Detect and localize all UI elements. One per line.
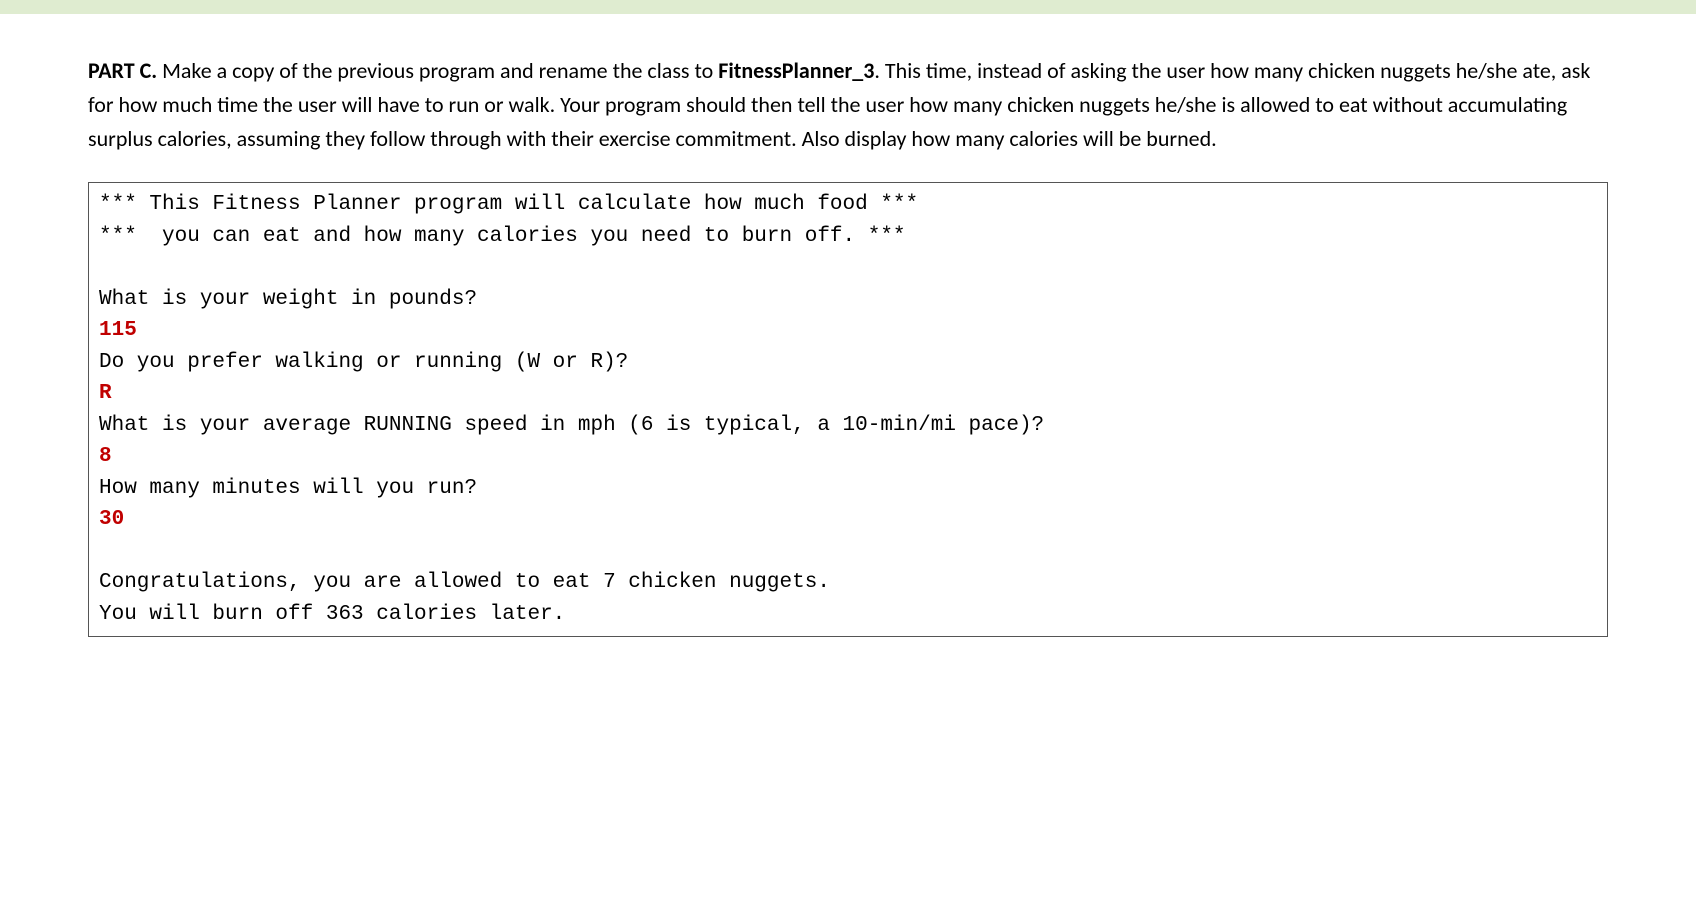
instruction-paragraph: PART C. Make a copy of the previous prog… [88, 54, 1608, 156]
user-input: 115 [99, 319, 137, 342]
code-line: Congratulations, you are allowed to eat … [99, 571, 830, 594]
user-input: 30 [99, 508, 124, 531]
code-line: You will burn off 363 calories later. [99, 603, 565, 626]
code-line: What is your weight in pounds? [99, 288, 477, 311]
user-input: R [99, 382, 112, 405]
code-line: How many minutes will you run? [99, 477, 477, 500]
sample-output-box: *** This Fitness Planner program will ca… [88, 182, 1608, 637]
part-label: PART C. [88, 57, 157, 84]
document-content: PART C. Make a copy of the previous prog… [0, 14, 1696, 637]
code-line: Do you prefer walking or running (W or R… [99, 351, 628, 374]
class-name: FitnessPlanner_3 [718, 57, 874, 84]
code-line: *** This Fitness Planner program will ca… [99, 193, 918, 216]
instruction-text-1: Make a copy of the previous program and … [157, 57, 718, 84]
user-input: 8 [99, 445, 112, 468]
code-line: *** you can eat and how many calories yo… [99, 225, 906, 248]
top-accent-bar [0, 0, 1696, 14]
code-line: What is your average RUNNING speed in mp… [99, 414, 1044, 437]
